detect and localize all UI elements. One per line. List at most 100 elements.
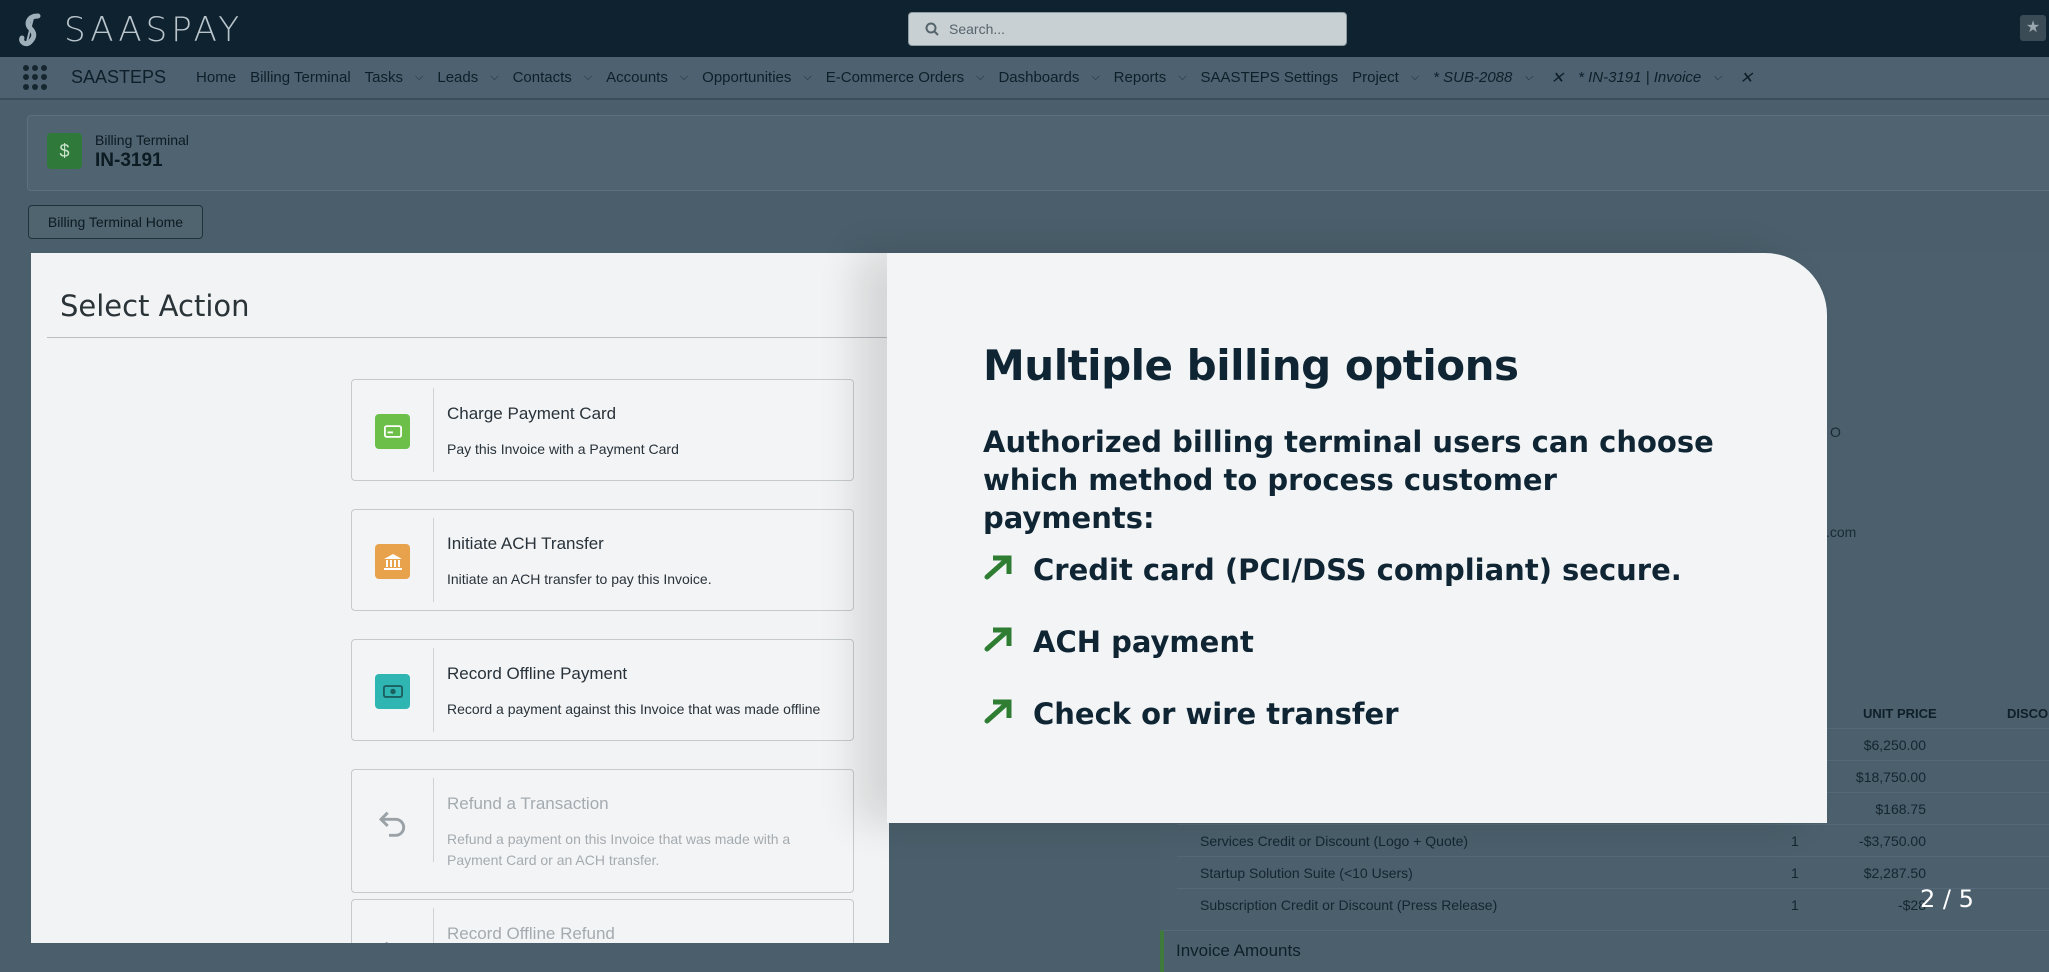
chevron-down-icon[interactable]: ⌵ — [415, 71, 423, 84]
option-title: Record Offline Refund — [447, 924, 615, 943]
option-description: Initiate an ACH transfer to pay this Inv… — [447, 571, 712, 587]
chevron-down-icon[interactable]: ⌵ — [490, 71, 498, 84]
action-option-initiate-ach-transfer[interactable]: Initiate ACH Transfer Initiate an ACH tra… — [351, 509, 854, 611]
nav-item-label: Reports — [1113, 69, 1167, 86]
tour-pager: 2 / 5 — [1920, 885, 1974, 913]
nav-item-saasteps-settings[interactable]: SAASTEPS Settings — [1201, 69, 1339, 86]
option-title: Record Offline Payment — [447, 664, 628, 683]
discount-header: DISCO — [2007, 706, 2049, 721]
bullet-text: Check or wire transfer — [1033, 697, 1399, 731]
chevron-down-icon[interactable]: ⌵ — [1091, 71, 1099, 84]
nav-item-label: E-Commerce Orders — [825, 69, 965, 86]
workspace-tab[interactable]: * SUB-2088 ⌵ ✕ — [1433, 68, 1564, 88]
search-icon — [925, 22, 939, 36]
bullet-text: ACH payment — [1033, 625, 1254, 659]
global-search-input[interactable]: Search... — [908, 12, 1347, 46]
cash-icon — [375, 674, 410, 709]
action-option-record-offline-payment[interactable]: Record Offline Payment Record a payment a… — [351, 639, 854, 741]
table-cell: Startup Solution Suite (<10 Users) — [1200, 865, 1413, 881]
tour-bullet: Check or wire transfer — [983, 697, 1399, 731]
table-row: Startup Solution Suite (<10 Users) 1 $2,28… — [1177, 856, 2049, 888]
nav-item-label: Project — [1352, 69, 1399, 86]
chevron-down-icon[interactable]: ⌵ — [803, 71, 811, 84]
app-name: SAASTEPS — [71, 67, 167, 87]
tour-title: Multiple billing options — [983, 341, 1519, 390]
nav-item-opportunities[interactable]: Opportunities ⌵ — [702, 69, 812, 86]
table-cell: 1 — [1791, 865, 1799, 881]
navigation-bar: SAASTEPS Home Billing Terminal Tasks ⌵ Leads… — [0, 57, 2049, 100]
nav-item-accounts[interactable]: Accounts ⌵ — [606, 69, 688, 86]
table-cell: -$3,750.00 — [1859, 833, 1926, 849]
workspace-tab[interactable]: * IN-3191 | Invoice ⌵ ✕ — [1578, 68, 1753, 88]
invoice-amounts-section[interactable]: Invoice Amounts — [1160, 930, 2049, 972]
nav-item-home[interactable]: Home — [196, 69, 236, 86]
modal-title: Select Action — [60, 289, 250, 323]
chevron-down-icon[interactable]: ⌵ — [1411, 71, 1419, 84]
undo-icon — [375, 804, 410, 839]
chevron-down-icon[interactable]: ⌵ — [1178, 71, 1186, 84]
table-row: Subscription Credit or Discount (Press R… — [1177, 888, 2049, 920]
option-title: Initiate ACH Transfer — [447, 534, 604, 553]
nav-item-label: Contacts — [512, 69, 572, 86]
table-cell: Subscription Credit or Discount (Press R… — [1200, 897, 1498, 913]
modal-divider — [47, 337, 887, 338]
chevron-down-icon[interactable]: ⌵ — [1524, 71, 1532, 84]
option-divider — [433, 388, 434, 472]
close-icon[interactable]: ✕ — [1740, 68, 1753, 88]
background-fragment: O — [1830, 424, 1841, 440]
table-cell: $18,750.00 — [1855, 769, 1926, 785]
action-option-charge-payment-card[interactable]: Charge Payment Card Pay this Invoice with… — [351, 379, 854, 481]
nav-item-label: Leads — [437, 69, 479, 86]
nav-item-dashboards[interactable]: Dashboards ⌵ — [998, 69, 1099, 86]
search-placeholder: Search... — [949, 21, 1006, 37]
saaspay-logo[interactable]: SAASPAY — [14, 10, 243, 50]
table-cell: $2,287.50 — [1863, 865, 1926, 881]
billing-terminal-home-button[interactable]: Billing Terminal Home — [28, 205, 203, 239]
tab-label: * IN-3191 | Invoice — [1578, 69, 1702, 86]
table-row: Services Credit or Discount (Logo + Quot… — [1177, 824, 2049, 856]
money-bag-icon: $ — [47, 133, 82, 169]
record-object-label: Billing Terminal — [95, 132, 189, 148]
option-title: Refund a Transaction — [447, 794, 609, 813]
option-divider — [433, 518, 434, 602]
background-fragment: .com — [1826, 524, 1857, 540]
nav-item-reports[interactable]: Reports ⌵ — [1114, 69, 1187, 86]
arrow-up-right-icon — [983, 625, 1013, 659]
nav-item-label: Dashboards — [998, 69, 1080, 86]
tab-label: * SUB-2088 — [1433, 69, 1513, 86]
option-divider — [433, 648, 434, 732]
option-description: Record a payment against this Invoice th… — [447, 701, 821, 717]
nav-item-project[interactable]: Project ⌵ — [1352, 69, 1419, 86]
chevron-down-icon[interactable]: ⌵ — [1713, 71, 1721, 84]
chevron-down-icon[interactable]: ⌵ — [584, 71, 592, 84]
table-cell: 1 — [1791, 833, 1799, 849]
nav-item-label: Billing Terminal — [250, 69, 351, 86]
option-description: Refund a payment on this Invoice that wa… — [447, 831, 791, 868]
nav-item-billing-terminal[interactable]: Billing Terminal — [250, 69, 351, 86]
nav-item-label: Home — [196, 69, 237, 86]
chevron-down-icon[interactable]: ⌵ — [976, 71, 984, 84]
logo-mark-icon — [19, 13, 41, 47]
bank-icon — [375, 544, 410, 579]
chevron-down-icon[interactable]: ⌵ — [680, 71, 688, 84]
nav-item-tasks[interactable]: Tasks ⌵ — [365, 69, 424, 86]
favorite-star-icon[interactable]: ★ — [2020, 15, 2046, 41]
card-icon — [375, 414, 410, 449]
nav-item-label: Accounts — [606, 69, 668, 86]
nav-item-label: Tasks — [364, 69, 404, 86]
option-description: Pay this Invoice with a Payment Card — [447, 441, 679, 457]
tour-intro: Authorized billing terminal users can ch… — [983, 425, 1714, 535]
select-action-modal: Select Action Charge Payment Card Pay thi… — [31, 253, 889, 943]
unit-price-header: UNIT PRICE — [1863, 706, 1937, 721]
nav-item-e-commerce-orders[interactable]: E-Commerce Orders ⌵ — [826, 69, 985, 86]
nav-item-contacts[interactable]: Contacts ⌵ — [513, 69, 593, 86]
logo-text: SAASPAY — [64, 10, 243, 50]
arrow-up-right-icon — [983, 697, 1013, 731]
table-cell: $6,250.00 — [1863, 737, 1926, 753]
nav-item-leads[interactable]: Leads ⌵ — [437, 69, 498, 86]
table-cell: 1 — [1791, 897, 1799, 913]
record-title: IN-3191 — [95, 150, 163, 171]
nav-item-label: SAASTEPS Settings — [1200, 69, 1339, 86]
close-icon[interactable]: ✕ — [1551, 68, 1564, 88]
app-launcher-icon[interactable] — [23, 64, 49, 91]
